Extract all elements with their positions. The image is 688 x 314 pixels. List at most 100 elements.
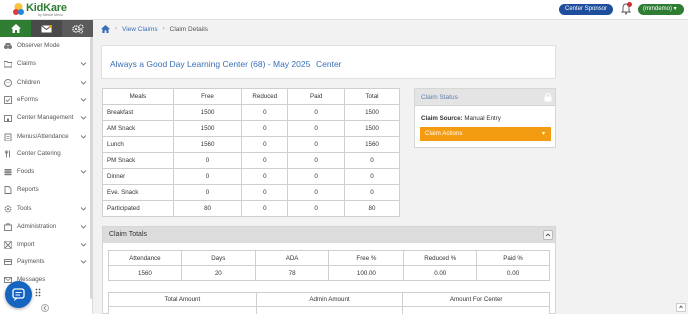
sidebar-item-label: Claims (17, 60, 36, 67)
notification-badge (627, 2, 632, 7)
breadcrumb-separator: › (162, 26, 165, 32)
sidebar-item-label: Administration (17, 223, 57, 230)
table-cell: 0 (287, 200, 345, 217)
column-header: Total (343, 88, 401, 105)
claim-status-header: Claim Status (415, 89, 555, 106)
table-cell: Dinner (102, 168, 174, 185)
column-header: Free % (328, 250, 405, 266)
sidebar-item-menus-attendance[interactable]: Menus/Attendance (0, 130, 90, 144)
breadcrumb-view-claims-link[interactable]: View Claims (122, 26, 158, 33)
sidebar-item-center-management[interactable]: Center Management (0, 111, 90, 125)
sidebar-item-label: Center Management (17, 114, 74, 121)
column-header: Free (172, 88, 243, 105)
sidebar-item-label: Center Catering (17, 150, 61, 157)
table-row: Breakfast 1500 0 0 1500 (102, 104, 401, 121)
user-menu-button[interactable]: (mmdemo) ▾ (638, 4, 684, 15)
table-header-row: Attendance Days ADA Free % Reduced % Pai… (108, 250, 550, 266)
chevron-down-icon (80, 81, 87, 85)
claim-type: Center (316, 59, 342, 69)
sidebar-item-payments[interactable]: Payments (0, 255, 90, 269)
utensils-icon (4, 150, 10, 158)
table-cell: 0 (287, 104, 345, 121)
table-row: PM Snack 0 0 0 0 (102, 152, 401, 169)
home-tab[interactable] (0, 20, 31, 37)
sidebar-item-eforms[interactable]: eForms (0, 93, 90, 107)
sidebar-item-tools[interactable]: Tools (0, 202, 90, 216)
table-cell: AM Snack (102, 120, 174, 137)
sidebar-item-observer-mode[interactable]: Observer Mode (0, 39, 90, 53)
chevron-down-icon (80, 170, 87, 174)
sidebar-item-label: Observer Mode (17, 42, 60, 49)
table-row: Eve. Snack 0 0 0 0 (102, 184, 401, 201)
claim-totals-header[interactable]: Claim Totals (103, 227, 555, 243)
table-cell: 0.00 (403, 265, 478, 281)
claim-amounts-table: Total Amount Admin Amount Amount For Cen… (108, 292, 550, 314)
chevron-down-icon (80, 243, 87, 247)
settings-tab[interactable] (62, 20, 93, 37)
home-icon[interactable] (101, 25, 110, 33)
column-header: Admin Amount (255, 292, 404, 307)
kidkare-logo[interactable]: KidKare by Minute Menu (12, 2, 74, 18)
sidebar-item-label: Tools (17, 205, 32, 212)
claim-title-card: Always a Good Day Learning Center (68) -… (101, 45, 556, 79)
table-row: Dinner 0 0 0 0 (102, 168, 401, 185)
table-cell: 80 (343, 200, 401, 217)
home-icon (10, 24, 21, 33)
chevron-down-icon (80, 116, 87, 120)
claim-source: Claim Source: Manual Entry (421, 115, 501, 122)
chat-bubble-icon (12, 288, 25, 301)
column-header: ADA (254, 250, 330, 266)
table-cell: 0 (241, 168, 289, 185)
sidebar-item-reports[interactable]: Reports (0, 183, 90, 197)
breadcrumb: › View Claims › Claim Details (101, 24, 208, 34)
table-cell: 1500 (172, 104, 243, 121)
sidebar-item-administration[interactable]: Administration (0, 220, 90, 234)
table-cell: 1560 (108, 265, 182, 281)
table-cell: 0 (241, 120, 289, 137)
sidebar-collapse-button[interactable] (41, 304, 49, 312)
messages-tab[interactable] (31, 20, 62, 37)
breadcrumb-separator: › (115, 26, 117, 32)
table-cell: 0 (343, 168, 401, 185)
claim-actions-dropdown[interactable]: Claim Actions ▾ (420, 127, 551, 141)
center-sponsor-button[interactable]: Center Sponsor (559, 4, 613, 15)
claim-title: Always a Good Day Learning Center (68) -… (110, 59, 311, 69)
table-cell: 78 (254, 265, 330, 281)
table-row (108, 306, 550, 314)
table-cell: 0 (241, 136, 289, 153)
sidebar-item-import[interactable]: Import (0, 238, 90, 252)
table-row: Lunch 1560 0 0 1560 (102, 136, 401, 153)
table-cell: 0 (343, 152, 401, 169)
sidebar-item-claims[interactable]: Claims (0, 57, 90, 71)
table-cell: Lunch (102, 136, 174, 153)
sidebar-item-center-catering[interactable]: Center Catering (0, 147, 90, 161)
table-row: Participated 80 0 0 80 (102, 200, 401, 217)
sidebar-item-foods[interactable]: Foods (0, 165, 90, 179)
sidebar-scrollbar[interactable] (90, 37, 93, 299)
table-row: 1560 20 78 100.00 0.00 0.00 (108, 265, 550, 281)
import-icon (4, 241, 12, 249)
breadcrumb-current: Claim Details (169, 25, 208, 33)
logo-mark-icon (13, 3, 24, 15)
scroll-to-top-button[interactable] (676, 303, 686, 312)
chat-button[interactable] (5, 281, 32, 308)
sidebar-item-label: Foods (17, 168, 35, 175)
sidebar-item-label: Import (17, 241, 35, 248)
table-cell: 0 (172, 152, 243, 169)
table-cell: Breakfast (102, 104, 174, 121)
collapse-panel-button[interactable] (543, 230, 553, 240)
clipboard-icon (4, 133, 12, 141)
table-cell: 0 (241, 152, 289, 169)
checkbox-icon (4, 96, 12, 104)
chevron-down-icon (80, 207, 87, 211)
sidebar-item-children[interactable]: Children (0, 76, 90, 90)
claim-totals-heading: Claim Totals (109, 231, 147, 238)
child-icon (4, 79, 12, 87)
claim-actions-label: Claim Actions (425, 130, 463, 137)
chevron-down-icon (80, 62, 87, 66)
card-icon (4, 259, 12, 265)
drag-handle-icon[interactable] (35, 288, 41, 297)
caret-down-icon: ▾ (542, 131, 546, 137)
table-cell: 0 (287, 152, 345, 169)
gear-icon (4, 205, 12, 213)
